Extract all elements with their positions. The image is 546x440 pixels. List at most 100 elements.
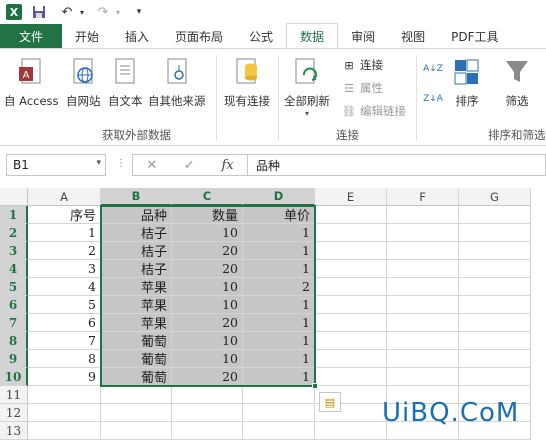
cell-g10[interactable] [459, 368, 531, 386]
cell-e5[interactable] [315, 278, 387, 296]
cell-g6[interactable] [459, 296, 531, 314]
cell-g8[interactable] [459, 332, 531, 350]
cell-d7[interactable]: 1 [243, 314, 315, 332]
cell-b1[interactable]: 品种 [101, 206, 172, 224]
cell-a8[interactable]: 7 [28, 332, 101, 350]
quick-analysis-icon[interactable]: ▤ [319, 392, 341, 412]
cell-a1[interactable]: 序号 [28, 206, 101, 224]
refresh-all-button[interactable]: 全部刷新 ▾ [284, 55, 330, 118]
cell-d3[interactable]: 1 [243, 242, 315, 260]
cell-c8[interactable]: 10 [172, 332, 243, 350]
cell-c6[interactable]: 10 [172, 296, 243, 314]
column-header-c[interactable]: C [172, 188, 243, 206]
cell-d13[interactable] [243, 422, 315, 440]
undo-dropdown-icon[interactable]: ▾ [78, 2, 86, 22]
sort-descending-button[interactable]: Z↓A [423, 89, 446, 109]
row-header-2[interactable]: 2 [0, 224, 28, 242]
cell-b4[interactable]: 桔子 [101, 260, 172, 278]
cell-b7[interactable]: 苹果 [101, 314, 172, 332]
cell-f5[interactable] [387, 278, 459, 296]
cell-g2[interactable] [459, 224, 531, 242]
cell-b2[interactable]: 桔子 [101, 224, 172, 242]
cell-e7[interactable] [315, 314, 387, 332]
cell-d9[interactable]: 1 [243, 350, 315, 368]
cell-f9[interactable] [387, 350, 459, 368]
cell-f8[interactable] [387, 332, 459, 350]
cell-a10[interactable]: 9 [28, 368, 101, 386]
cell-f10[interactable] [387, 368, 459, 386]
cell-g5[interactable] [459, 278, 531, 296]
row-header-4[interactable]: 4 [0, 260, 28, 278]
cell-d11[interactable] [243, 386, 315, 404]
cell-e4[interactable] [315, 260, 387, 278]
cell-b3[interactable]: 桔子 [101, 242, 172, 260]
row-header-6[interactable]: 6 [0, 296, 28, 314]
cancel-icon[interactable]: ✕ [146, 158, 157, 173]
cell-d10[interactable]: 1 [243, 368, 315, 386]
column-header-d[interactable]: D [243, 188, 315, 206]
cell-f1[interactable] [387, 206, 459, 224]
tab-view[interactable]: 视图 [388, 24, 438, 48]
tab-review[interactable]: 审阅 [338, 24, 388, 48]
row-header-12[interactable]: 12 [0, 404, 28, 422]
row-header-11[interactable]: 11 [0, 386, 28, 404]
cell-c5[interactable]: 10 [172, 278, 243, 296]
formula-bar-grip-icon[interactable]: ⋮ [116, 158, 126, 169]
cell-e6[interactable] [315, 296, 387, 314]
tab-formulas[interactable]: 公式 [236, 24, 286, 48]
cell-c4[interactable]: 20 [172, 260, 243, 278]
cell-d1[interactable]: 单价 [243, 206, 315, 224]
column-header-e[interactable]: E [315, 188, 387, 206]
cell-a5[interactable]: 4 [28, 278, 101, 296]
cell-g7[interactable] [459, 314, 531, 332]
row-header-5[interactable]: 5 [0, 278, 28, 296]
cell-d2[interactable]: 1 [243, 224, 315, 242]
row-header-3[interactable]: 3 [0, 242, 28, 260]
row-header-8[interactable]: 8 [0, 332, 28, 350]
cell-a11[interactable] [28, 386, 101, 404]
cell-a9[interactable]: 8 [28, 350, 101, 368]
column-header-g[interactable]: G [459, 188, 531, 206]
from-access-button[interactable]: A 自 Access [4, 55, 59, 109]
column-header-a[interactable]: A [28, 188, 101, 206]
row-header-7[interactable]: 7 [0, 314, 28, 332]
tab-home[interactable]: 开始 [62, 24, 112, 48]
cell-a12[interactable] [28, 404, 101, 422]
cell-c3[interactable]: 20 [172, 242, 243, 260]
cell-a7[interactable]: 6 [28, 314, 101, 332]
connections-button[interactable]: ⊞ 连接 [342, 55, 383, 75]
name-box-dropdown-icon[interactable]: ▾ [96, 158, 101, 168]
cell-c11[interactable] [172, 386, 243, 404]
cell-d6[interactable]: 1 [243, 296, 315, 314]
column-header-b[interactable]: B [101, 188, 172, 206]
cell-a13[interactable] [28, 422, 101, 440]
cell-d5[interactable]: 2 [243, 278, 315, 296]
cell-e3[interactable] [315, 242, 387, 260]
fill-handle[interactable] [312, 383, 318, 389]
cell-e10[interactable] [315, 368, 387, 386]
cell-b9[interactable]: 葡萄 [101, 350, 172, 368]
cell-a3[interactable]: 2 [28, 242, 101, 260]
cell-b13[interactable] [101, 422, 172, 440]
tab-file[interactable]: 文件 [0, 24, 62, 48]
cell-c7[interactable]: 20 [172, 314, 243, 332]
from-web-button[interactable]: 自网站 [66, 55, 101, 109]
cell-c10[interactable]: 20 [172, 368, 243, 386]
save-icon[interactable] [28, 2, 50, 22]
cell-g9[interactable] [459, 350, 531, 368]
row-header-9[interactable]: 9 [0, 350, 28, 368]
from-text-button[interactable]: 自文本 [108, 55, 143, 109]
cell-c13[interactable] [172, 422, 243, 440]
cell-b8[interactable]: 葡萄 [101, 332, 172, 350]
cell-c2[interactable]: 10 [172, 224, 243, 242]
tab-pdf-tools[interactable]: PDF工具 [438, 24, 511, 48]
cell-e8[interactable] [315, 332, 387, 350]
cell-e9[interactable] [315, 350, 387, 368]
properties-button[interactable]: ☰ 属性 [342, 78, 383, 98]
undo-icon[interactable]: ↶ [56, 2, 78, 22]
tab-page-layout[interactable]: 页面布局 [162, 24, 236, 48]
cell-c9[interactable]: 10 [172, 350, 243, 368]
insert-function-icon[interactable]: fx [221, 158, 233, 173]
cell-g4[interactable] [459, 260, 531, 278]
cell-e1[interactable] [315, 206, 387, 224]
